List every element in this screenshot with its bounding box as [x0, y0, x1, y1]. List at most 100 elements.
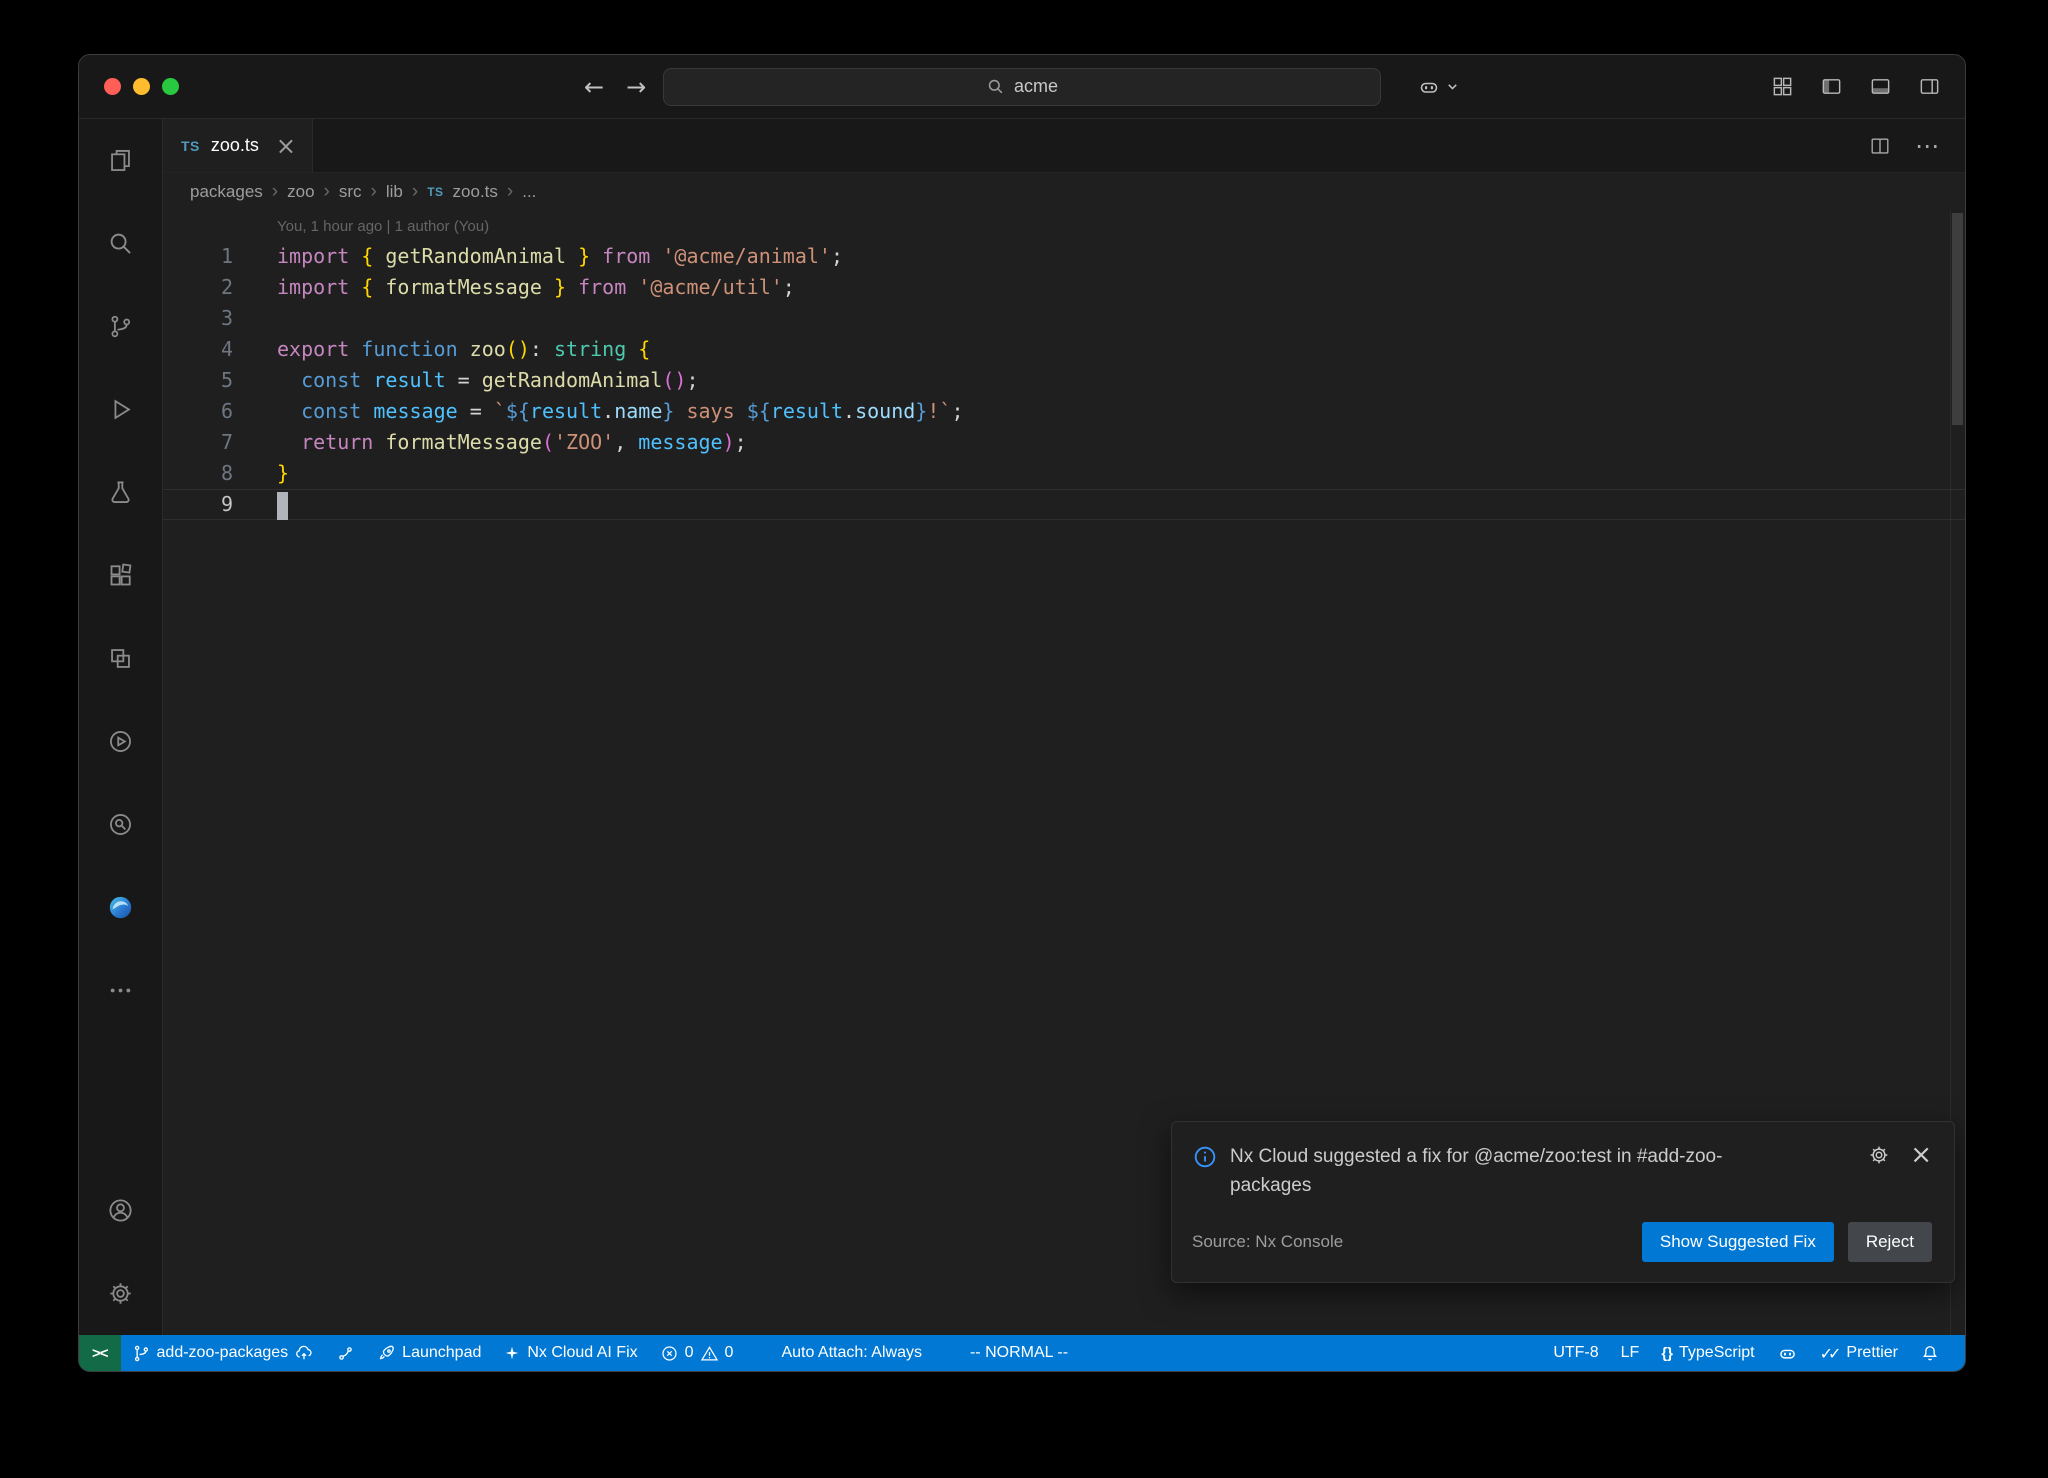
tab-zoo-ts[interactable]: TS zoo.ts × — [163, 119, 313, 172]
notifications-bell-button[interactable] — [1909, 1335, 1951, 1371]
close-window-button[interactable] — [104, 78, 121, 95]
line-number[interactable]: 5 — [163, 365, 233, 396]
customize-layout-icon[interactable] — [1771, 75, 1794, 98]
breadcrumb-separator: › — [371, 181, 377, 203]
play-circle-view-icon[interactable] — [79, 700, 162, 783]
language-mode-indicator[interactable]: {} TypeScript — [1650, 1335, 1765, 1371]
encoding-indicator[interactable]: UTF-8 — [1542, 1335, 1609, 1371]
line-number[interactable]: 9 — [163, 489, 233, 520]
toggle-secondary-sidebar-icon[interactable] — [1918, 75, 1941, 98]
formatter-indicator[interactable]: ✓✓ Prettier — [1809, 1335, 1909, 1371]
breadcrumb-separator: › — [412, 181, 418, 203]
warning-count: 0 — [725, 1344, 734, 1362]
code-line[interactable]: 1import { getRandomAnimal } from '@acme/… — [163, 241, 1965, 272]
activity-bar — [79, 119, 163, 1335]
more-actions-icon[interactable]: ⋯ — [1915, 132, 1939, 160]
code-line[interactable]: 8} — [163, 458, 1965, 489]
line-number[interactable]: 3 — [163, 303, 233, 334]
breadcrumb-item-src[interactable]: src — [339, 182, 362, 202]
nx-cloud-ai-fix-button[interactable]: Nx Cloud AI Fix — [492, 1335, 648, 1371]
editor-cursor — [277, 492, 288, 520]
launchpad-label: Launchpad — [402, 1344, 481, 1362]
line-content: } — [277, 458, 289, 489]
breadcrumb-item-lib[interactable]: lib — [386, 182, 403, 202]
toggle-panel-icon[interactable] — [1869, 75, 1892, 98]
code-line[interactable]: 4 export function zoo(): string { — [163, 334, 1965, 365]
code-line[interactable]: 5 const result = getRandomAnimal(); — [163, 365, 1965, 396]
show-suggested-fix-button[interactable]: Show Suggested Fix — [1642, 1222, 1834, 1262]
layout-controls — [1771, 75, 1941, 98]
line-content: export function zoo(): string { — [277, 334, 650, 365]
search-details-view-icon[interactable] — [79, 783, 162, 866]
notification-settings-gear-icon[interactable] — [1868, 1144, 1890, 1166]
braces-icon: {} — [1661, 1345, 1673, 1362]
breadcrumb: packages › zoo › src › lib › TS zoo.ts ›… — [163, 173, 1965, 211]
code-line[interactable]: 2import { formatMessage } from '@acme/ut… — [163, 272, 1965, 303]
line-number[interactable]: 6 — [163, 396, 233, 427]
breadcrumb-item-packages[interactable]: packages — [190, 182, 263, 202]
search-icon — [986, 77, 1005, 96]
vim-mode-indicator[interactable]: -- NORMAL -- — [959, 1335, 1079, 1371]
line-number[interactable]: 4 — [163, 334, 233, 365]
breadcrumb-item-zoo[interactable]: zoo — [287, 182, 314, 202]
remote-indicator[interactable]: >< — [79, 1335, 121, 1371]
tab-bar: TS zoo.ts × ⋯ — [163, 119, 1965, 173]
encoding-label: UTF-8 — [1553, 1344, 1598, 1362]
reject-button[interactable]: Reject — [1848, 1222, 1932, 1262]
breadcrumb-separator: › — [507, 181, 513, 203]
error-icon — [660, 1344, 679, 1363]
zoom-window-button[interactable] — [162, 78, 179, 95]
language-label: TypeScript — [1679, 1344, 1755, 1362]
auto-attach-indicator[interactable]: Auto Attach: Always — [770, 1335, 933, 1371]
git-branch-icon — [132, 1344, 151, 1363]
toggle-primary-sidebar-icon[interactable] — [1820, 75, 1843, 98]
scrollbar-thumb[interactable] — [1952, 213, 1963, 425]
line-number[interactable]: 2 — [163, 272, 233, 303]
run-debug-icon[interactable] — [79, 368, 162, 451]
tab-close-icon[interactable]: × — [276, 134, 296, 158]
command-center-value: acme — [1014, 76, 1058, 97]
line-content: const result = getRandomAnimal(); — [277, 365, 699, 396]
extensions-icon[interactable] — [79, 534, 162, 617]
typescript-file-icon: TS — [181, 138, 200, 154]
source-control-icon[interactable] — [79, 285, 162, 368]
commit-graph-button[interactable] — [325, 1335, 366, 1371]
line-number[interactable]: 7 — [163, 427, 233, 458]
additional-views-icon[interactable] — [79, 949, 162, 1032]
notification-close-icon[interactable]: × — [1910, 1145, 1932, 1165]
line-number[interactable]: 8 — [163, 458, 233, 489]
formatter-label: Prettier — [1846, 1344, 1898, 1362]
eol-indicator[interactable]: LF — [1610, 1335, 1651, 1371]
code-line[interactable]: 3 — [163, 303, 1965, 334]
code-line[interactable]: 6 const message = `${result.name} says $… — [163, 396, 1965, 427]
search-view-icon[interactable] — [79, 202, 162, 285]
edge-browser-icon[interactable] — [79, 866, 162, 949]
line-number[interactable]: 1 — [163, 241, 233, 272]
code-line[interactable]: 9 — [163, 489, 1965, 520]
launchpad-button[interactable]: Launchpad — [366, 1335, 492, 1371]
branch-indicator[interactable]: add-zoo-packages — [121, 1335, 326, 1371]
testing-icon[interactable] — [79, 451, 162, 534]
copilot-icon — [1777, 1343, 1798, 1364]
activity-bar-bottom — [79, 1169, 162, 1335]
back-icon[interactable]: ← — [584, 73, 604, 101]
line-content: const message = `${result.name} says ${r… — [277, 396, 963, 427]
code-line[interactable]: 7 return formatMessage('ZOO', message); — [163, 427, 1965, 458]
command-center-search[interactable]: acme — [663, 68, 1381, 106]
accounts-icon[interactable] — [79, 1169, 162, 1252]
split-editor-icon[interactable] — [1869, 135, 1891, 157]
vim-mode-label: -- NORMAL -- — [970, 1344, 1068, 1362]
explorer-icon[interactable] — [79, 119, 162, 202]
settings-gear-icon[interactable] — [79, 1252, 162, 1335]
notification-message: Nx Cloud suggested a fix for @acme/zoo:t… — [1230, 1142, 1765, 1200]
auto-attach-label: Auto Attach: Always — [781, 1344, 922, 1362]
overlapping-windows-icon[interactable] — [79, 617, 162, 700]
copilot-menu-button[interactable] — [1417, 75, 1460, 99]
problems-indicator[interactable]: 0 0 — [649, 1335, 745, 1371]
forward-icon[interactable]: → — [626, 73, 646, 101]
breadcrumb-item-symbol[interactable]: ... — [522, 182, 536, 202]
breadcrumb-item-file[interactable]: zoo.ts — [453, 182, 498, 202]
breadcrumb-separator: › — [272, 181, 278, 203]
minimize-window-button[interactable] — [133, 78, 150, 95]
copilot-status-button[interactable] — [1766, 1335, 1809, 1371]
